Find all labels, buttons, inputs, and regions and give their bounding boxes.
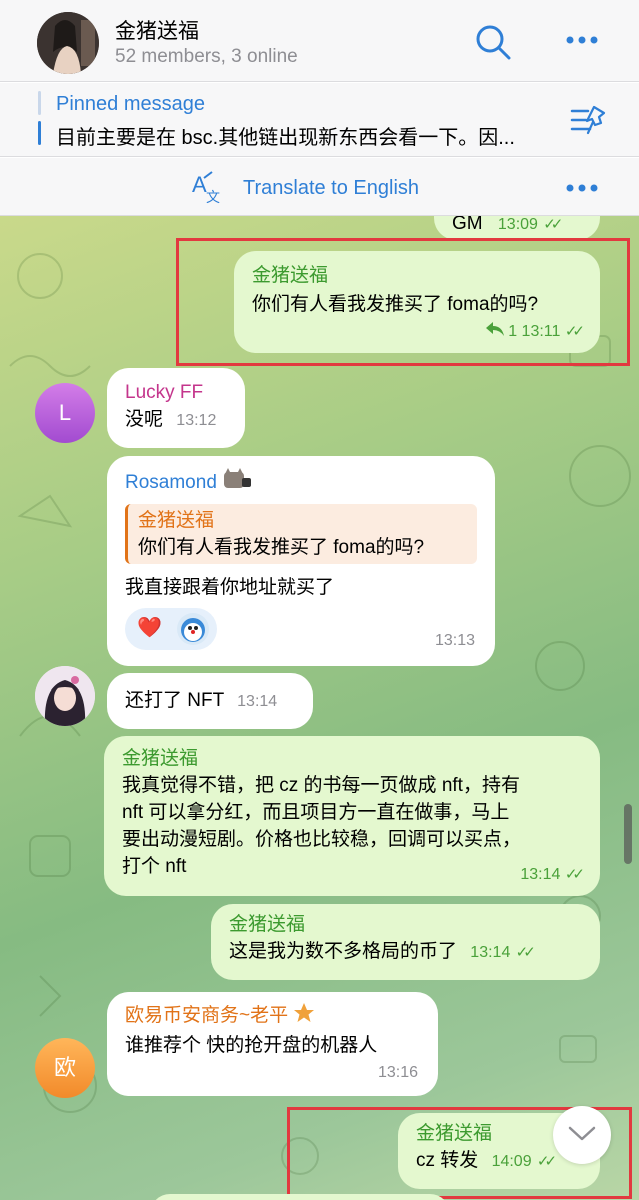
pinned-indicator [38, 91, 41, 146]
more-icon[interactable] [562, 30, 602, 50]
message-text: 谁推荐个 快的抢开盘的机器人 [125, 1035, 378, 1056]
message-time: 13:16 [377, 1064, 418, 1081]
message-bubble[interactable]: 还打了 NFT 13:14 [107, 673, 313, 729]
read-checks-icon: ✓✓ [536, 1153, 557, 1170]
message-text: 我直接跟着你地址就买了 [125, 577, 335, 598]
message-bubble[interactable]: 金猪送福 我真觉得不错，把 cz 的书每一页做成 nft，持有 nft 可以拿分… [104, 736, 600, 896]
read-checks-icon: ✓✓ [564, 866, 585, 883]
translate-button[interactable]: Translate to English [243, 177, 419, 200]
message-bubble-partial[interactable]: GM 13:09 ✓✓ [434, 216, 600, 240]
svg-text:A: A [192, 172, 207, 197]
scroll-indicator[interactable] [624, 804, 632, 864]
sender-name: 金猪送福 [229, 914, 306, 935]
message-text: 这是我为数不多格局的币了 [229, 941, 458, 962]
message-text-line: 我真觉得不错，把 cz 的书每一页做成 nft，持有 [122, 775, 520, 796]
pinned-message-bar[interactable]: Pinned message 目前主要是在 bsc.其他链出现新东西会看一下。因… [0, 83, 639, 157]
message-time: 13:14 [470, 944, 511, 961]
reply-icon[interactable] [485, 322, 508, 340]
avatar[interactable]: L [35, 383, 95, 443]
message-time: 13:13 [434, 632, 475, 649]
pinned-title: Pinned message [56, 93, 205, 115]
scroll-down-button[interactable] [553, 1106, 611, 1164]
quote-sender: 金猪送福 [138, 510, 215, 531]
message-bubble[interactable]: 金猪送福 你们有人看我发推买了 foma的吗? 1 13:11 ✓✓ [234, 251, 600, 353]
reactions: ❤️ [125, 608, 217, 650]
translate-bar: A 文 Translate to English [0, 158, 639, 216]
cat-emoji-icon [222, 468, 252, 498]
message-bubble[interactable]: Lucky FF 没呢 13:12 [107, 368, 245, 448]
pinned-text: 目前主要是在 bsc.其他链出现新东西会看一下。因... [56, 127, 515, 149]
search-icon[interactable] [473, 22, 513, 62]
message-text-line: 打个 nft [122, 856, 187, 877]
quote-text: 你们有人看我发推买了 foma的吗? [138, 537, 425, 558]
chat-title[interactable]: 金猪送福 [115, 15, 199, 45]
svg-text:文: 文 [206, 190, 220, 204]
read-checks-icon: ✓✓ [515, 944, 536, 961]
message-time: 13:12 [176, 412, 217, 429]
message-text: 你们有人看我发推买了 foma的吗? [252, 294, 539, 315]
reply-count: 1 [508, 323, 518, 340]
message-bubble[interactable]: Rosamond 金猪送福 你们有人看我发推买了 foma的吗? 我直接跟着你地… [107, 456, 495, 666]
message-time: 13:14 [520, 866, 561, 883]
message-text: 没呢 [125, 409, 164, 430]
message-text-line: nft 可以拿分红，而且项目方一直在做事，马上 [122, 802, 510, 823]
message-time: 13:09 [497, 216, 538, 233]
sender-name: 金猪送福 [122, 748, 199, 769]
message-bubble-partial[interactable] [150, 1194, 450, 1200]
more-icon[interactable] [562, 178, 602, 198]
message-bubble[interactable]: 金猪送福 这是我为数不多格局的币了 13:14 ✓✓ [211, 904, 600, 980]
read-checks-icon: ✓✓ [543, 216, 563, 233]
reactor-avatar[interactable] [177, 613, 209, 645]
message-time: 14:09 [491, 1153, 532, 1170]
sender-name: 欧易币安商务~老平 [125, 1002, 420, 1032]
group-avatar[interactable] [37, 12, 99, 74]
heart-reaction[interactable]: ❤️ [137, 615, 162, 642]
message-text: cz 转发 [416, 1150, 479, 1171]
avatar[interactable] [35, 666, 95, 726]
read-checks-icon: ✓✓ [564, 323, 585, 340]
sender-name: 金猪送福 [252, 265, 329, 286]
chevron-down-icon [567, 1124, 597, 1149]
sender-name: Lucky FF [125, 382, 204, 403]
quote-block[interactable]: 金猪送福 你们有人看我发推买了 foma的吗? [125, 504, 477, 564]
star-icon [293, 1002, 315, 1032]
member-count: 52 members, 3 online [115, 46, 298, 67]
avatar-letter: L [58, 400, 72, 425]
chat-area[interactable]: GM 13:09 ✓✓ 金猪送福 你们有人看我发推买了 foma的吗? 1 13… [0, 216, 639, 1200]
chat-header: 金猪送福 52 members, 3 online [0, 0, 639, 82]
sender-name: Rosamond [125, 468, 477, 498]
avatar-letter: 欧 [53, 1055, 76, 1080]
message-bubble[interactable]: 欧易币安商务~老平 谁推荐个 快的抢开盘的机器人 13:16 [107, 992, 438, 1096]
avatar[interactable]: 欧 [35, 1038, 95, 1098]
message-time: 13:11 [521, 323, 561, 340]
message-text: GM [452, 216, 483, 234]
message-text-line: 要出动漫短剧。价格也比较稳，回调可以买点， [122, 829, 522, 850]
translate-icon[interactable]: A 文 [190, 170, 226, 206]
message-time: 13:14 [237, 693, 278, 710]
unpin-icon[interactable] [568, 103, 608, 139]
message-text: 还打了 NFT [125, 690, 224, 711]
